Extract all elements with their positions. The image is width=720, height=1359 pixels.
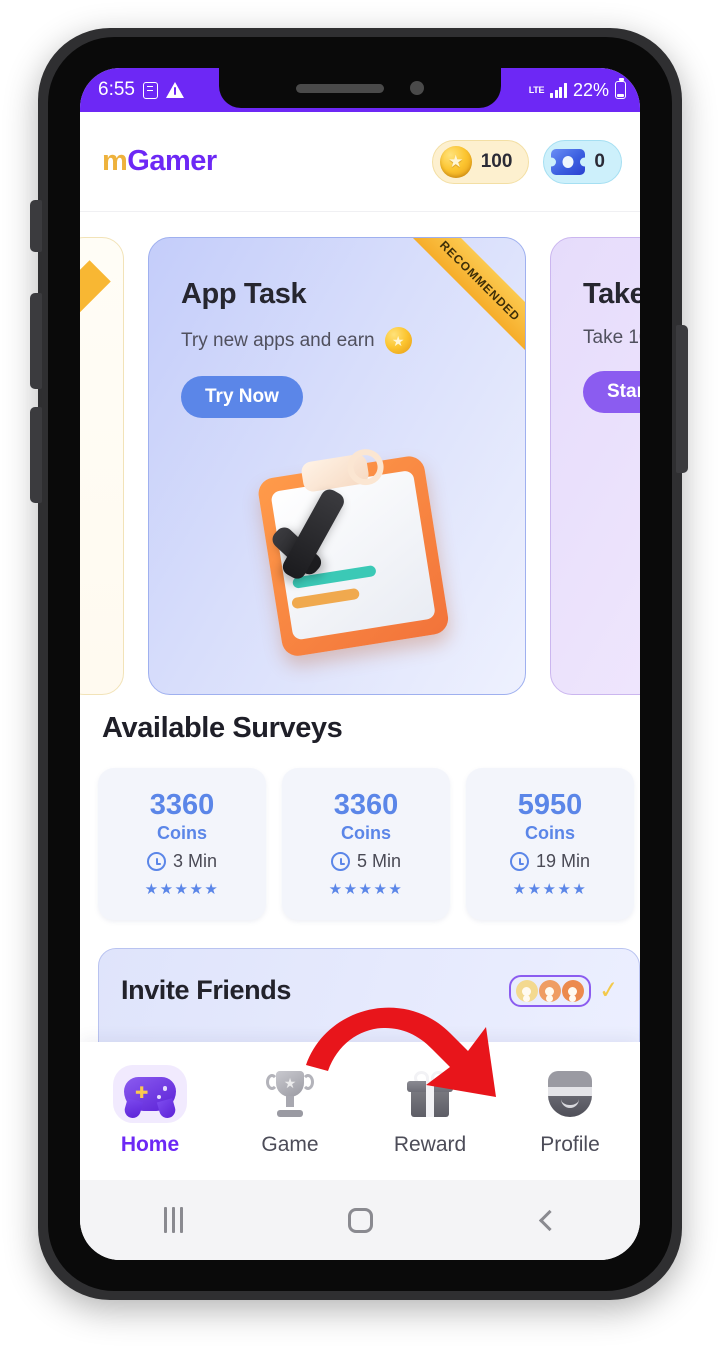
invite-friends-avatars: ✓: [508, 975, 621, 1007]
nav-label-profile: Profile: [540, 1133, 600, 1156]
survey-amount: 3360: [333, 788, 399, 821]
promo-card-app-task[interactable]: RECOMMENDED App Task Try new apps and ea…: [148, 237, 526, 695]
battery-icon: [615, 78, 626, 99]
gift-icon: [407, 1071, 453, 1117]
avatar-group: [508, 975, 591, 1007]
header-balances: ★ 100 0: [431, 139, 622, 184]
ticket-balance-badge[interactable]: 0: [543, 139, 622, 184]
try-now-button[interactable]: Try Now: [181, 376, 303, 418]
survey-list[interactable]: 3360 Coins 3 Min ★★★★★ 3360 Coins 5 Min: [98, 768, 640, 928]
bottom-navigation-bar: ✚ Home Game: [80, 1042, 640, 1180]
survey-duration-row: 5 Min: [330, 851, 401, 872]
back-chevron-icon: [538, 1209, 560, 1231]
promo-card-take-a-survey[interactable]: Take a Take 1000 Start: [550, 237, 640, 695]
status-bar-right: LTE 22%: [529, 68, 626, 112]
nav-label-game: Game: [261, 1133, 319, 1156]
coin-balance-value: 100: [480, 150, 513, 172]
survey-duration: 3 Min: [172, 851, 217, 872]
coin-balance-badge[interactable]: ★ 100: [431, 139, 530, 184]
survey-duration-row: 3 Min: [146, 851, 217, 872]
clipboard-check-illustration: [247, 443, 461, 666]
trophy-icon: [266, 1071, 314, 1117]
app-header: mGamer ★ 100 0: [80, 112, 640, 212]
friend-avatar-icon: [561, 980, 584, 1002]
status-bar-left: 6:55: [98, 68, 184, 112]
status-clock: 6:55: [98, 79, 135, 100]
clock-icon: [146, 852, 166, 872]
phone-notch: [219, 68, 501, 108]
survey-rating-stars: ★★★★★: [512, 881, 588, 899]
invite-friends-title: Invite Friends: [121, 975, 291, 1005]
phone-volume-down-button[interactable]: [30, 407, 42, 503]
survey-amount: 3360: [149, 788, 215, 821]
survey-amount: 5950: [517, 788, 583, 821]
phone-volume-up-button[interactable]: [30, 293, 42, 389]
home-square-icon: [347, 1207, 373, 1233]
friend-avatar-icon: [515, 980, 538, 1002]
clock-icon: [509, 852, 529, 872]
promo-subtitle-row: Try new apps and earn ★: [181, 327, 497, 354]
recent-apps-icon: [163, 1207, 183, 1233]
logo-name: Gamer: [127, 145, 217, 177]
gamepad-icon: ✚: [124, 1077, 176, 1111]
survey-rating-stars: ★★★★★: [144, 881, 220, 899]
coin-icon: ★: [439, 145, 472, 178]
nav-item-home[interactable]: ✚ Home: [80, 1065, 220, 1157]
android-recents-button[interactable]: [80, 1207, 267, 1233]
phone-screen: 6:55 LTE 22% mGamer ★ 100 0 RECOMMENDED …: [80, 68, 640, 1260]
screenshot-root: 6:55 LTE 22% mGamer ★ 100 0 RECOMMENDED …: [0, 0, 720, 1359]
battery-percent-label: 22%: [572, 79, 609, 100]
nav-item-game[interactable]: Game: [220, 1065, 360, 1157]
friend-avatar-icon: [538, 980, 561, 1002]
start-button[interactable]: Start: [583, 371, 640, 413]
survey-unit: Coins: [524, 823, 575, 844]
survey-unit: Coins: [340, 823, 391, 844]
clock-icon: [330, 852, 350, 872]
earpiece-speaker: [296, 83, 384, 93]
nav-label-home: Home: [120, 1133, 180, 1156]
promo-title: App Task: [181, 278, 307, 310]
android-back-button[interactable]: [453, 1209, 640, 1231]
survey-unit: Coins: [156, 823, 207, 844]
promo-carousel[interactable]: RECOMMENDED App Task Try new apps and ea…: [80, 232, 640, 700]
survey-rating-stars: ★★★★★: [328, 881, 404, 899]
survey-card[interactable]: 3360 Coins 3 Min ★★★★★: [98, 768, 266, 920]
recommended-ribbon-partial: [80, 260, 111, 334]
logo-prefix: m: [102, 145, 128, 177]
task-note-icon: [142, 81, 158, 99]
profile-icon: [548, 1071, 592, 1117]
nav-item-profile[interactable]: Profile: [500, 1065, 640, 1157]
warning-triangle-icon: [165, 82, 184, 98]
front-camera-icon: [410, 81, 424, 95]
promo-subtitle: Try new apps and earn: [181, 329, 375, 351]
promo-card-previous[interactable]: [80, 237, 124, 695]
nav-item-reward[interactable]: Reward: [360, 1065, 500, 1157]
survey-card[interactable]: 3360 Coins 5 Min ★★★★★: [282, 768, 450, 920]
promo-subtitle-next: Take 1000: [583, 327, 640, 348]
available-surveys-title: Available Surveys: [102, 712, 343, 744]
ticket-icon: [551, 148, 586, 175]
coin-icon-inline: ★: [384, 327, 412, 354]
survey-duration: 5 Min: [356, 851, 401, 872]
signal-bars-icon: [550, 82, 567, 98]
nav-label-reward: Reward: [393, 1133, 467, 1156]
main-content: RECOMMENDED App Task Try new apps and ea…: [80, 212, 640, 1122]
lte-icon: LTE: [528, 84, 545, 95]
survey-duration: 19 Min: [535, 851, 591, 872]
app-logo: mGamer: [102, 145, 217, 178]
phone-power-button[interactable]: [676, 325, 688, 473]
survey-duration-row: 19 Min: [509, 851, 591, 872]
promo-title-next: Take a: [583, 278, 640, 310]
android-navigation-bar: [80, 1180, 640, 1260]
android-home-button[interactable]: [267, 1207, 454, 1233]
survey-card[interactable]: 5950 Coins 19 Min ★★★★★: [466, 768, 634, 920]
ticket-balance-value: 0: [594, 150, 605, 172]
yellow-check-icon: ✓: [597, 976, 621, 1005]
phone-silent-switch[interactable]: [30, 200, 42, 252]
